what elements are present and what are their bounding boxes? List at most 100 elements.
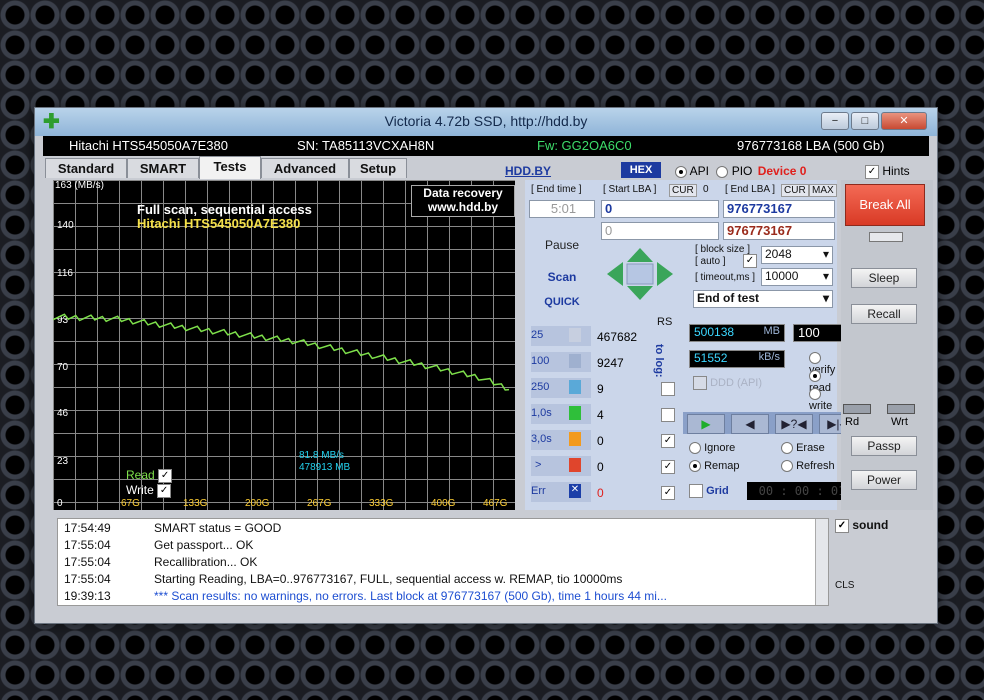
scan-button[interactable]: Scan [529, 262, 595, 292]
block-label: Err [531, 485, 546, 497]
log-over-checkbox[interactable]: ✓ [661, 460, 675, 474]
data-recovery-text: Data recovery [423, 186, 503, 200]
write-option[interactable]: write [809, 388, 837, 412]
wrt-indicator [887, 404, 915, 414]
refresh-radio[interactable] [781, 460, 793, 473]
drive-model: Hitachi HTS545050A7E380 [69, 138, 228, 153]
recall-button[interactable]: Recall [851, 304, 917, 324]
ignore-label: Ignore [704, 442, 736, 454]
passp-button[interactable]: Passp [851, 436, 917, 456]
graph-title: Full scan, sequential access [137, 202, 312, 217]
block-count: 0 [597, 434, 604, 448]
block-25: 25 [531, 326, 591, 346]
auto-checkbox[interactable]: ✓ [743, 254, 757, 268]
current-speed-readout: 81.8 MB/s 478913 MB [299, 450, 350, 474]
pio-radio[interactable] [716, 165, 729, 178]
log-row: 19:39:13 *** Scan results: no warnings, n… [64, 587, 667, 606]
sound-checkbox[interactable]: ✓ [835, 518, 849, 533]
log-scrollbar[interactable] [815, 519, 828, 605]
title-bar[interactable]: ✚ Victoria 4.72b SSD, http://hdd.by − □ … [35, 108, 937, 136]
read-radio[interactable] [809, 370, 821, 383]
grid-label: Grid [706, 484, 729, 497]
write-legend-checkbox[interactable]: ✓ [157, 483, 172, 498]
sound-option[interactable]: ✓ sound [835, 518, 888, 533]
log-250-checkbox[interactable] [661, 382, 675, 396]
tab-smart[interactable]: SMART [127, 158, 199, 178]
rs-label: RS [657, 316, 673, 328]
to-log-label: to log: [653, 344, 665, 378]
start-cur-value: 0 [703, 184, 709, 195]
ddd-api-label: DDD (API) [710, 376, 763, 389]
remap-option[interactable]: Remap [689, 460, 740, 473]
hints-label: Hints [882, 164, 910, 178]
minimize-button[interactable]: − [821, 112, 849, 130]
end-max-button[interactable]: MAX [809, 184, 837, 197]
end-lba-field-2[interactable]: 976773167 [723, 222, 835, 240]
event-log[interactable]: 17:54:49 SMART status = GOOD 17:55:04 Get … [57, 518, 829, 606]
start-lba-label: [ Start LBA ] [603, 184, 657, 195]
play-icon[interactable]: ▶ [687, 414, 725, 434]
read-speed-value: 51552 [694, 351, 728, 365]
remap-radio[interactable] [689, 460, 701, 473]
api-radio[interactable] [675, 165, 687, 178]
skip-question-icon[interactable]: ▶?◀ [775, 414, 813, 434]
erase-option[interactable]: Erase [781, 442, 825, 455]
timeout-select[interactable]: 10000 [761, 268, 833, 286]
log-1s-checkbox[interactable] [661, 408, 675, 422]
block-size-select[interactable]: 2048 [761, 246, 833, 264]
block-color-swatch [569, 406, 581, 420]
data-recovery-url: www.hdd.by [427, 200, 499, 214]
tab-tests[interactable]: Tests [199, 156, 261, 179]
hdd-by-link[interactable]: HDD.BY [505, 164, 551, 178]
tab-setup[interactable]: Setup [349, 158, 407, 178]
read-legend-checkbox[interactable]: ✓ [158, 468, 173, 483]
read-write-legend: Read ✓ Write ✓ [126, 468, 173, 498]
playback-controls: ▶ ◀ ▶?◀ ▶|◀ [683, 412, 863, 434]
close-button[interactable]: ✕ [881, 112, 927, 130]
pause-button[interactable]: Pause [529, 230, 595, 260]
direction-arrows-icon[interactable] [605, 246, 675, 302]
cls-button[interactable]: CLS [835, 580, 854, 591]
ignore-radio[interactable] [689, 442, 701, 455]
start-cur-button[interactable]: CUR [669, 184, 697, 197]
end-lba-field[interactable]: 976773167 [723, 200, 835, 218]
hex-button[interactable]: HEX [621, 162, 661, 178]
tab-standard[interactable]: Standard [45, 158, 127, 178]
tab-advanced[interactable]: Advanced [261, 158, 349, 178]
break-all-button[interactable]: Break All [845, 184, 925, 226]
end-action-select[interactable]: End of test [693, 290, 833, 308]
power-button[interactable]: Power [851, 470, 917, 490]
ignore-option[interactable]: Ignore [689, 442, 736, 455]
end-cur-button[interactable]: CUR [781, 184, 809, 197]
rewind-icon[interactable]: ◀ [731, 414, 769, 434]
lba-capacity: 976773168 LBA (500 Gb) [737, 138, 885, 153]
end-time-field[interactable]: 5:01 [529, 200, 595, 218]
block-count: 9247 [597, 356, 624, 370]
log-message: Starting Reading, LBA=0..976773167, FULL… [154, 572, 623, 586]
sound-label: sound [852, 518, 889, 532]
quick-button[interactable]: QUICK [529, 292, 595, 312]
write-radio[interactable] [809, 388, 821, 401]
verify-radio[interactable] [809, 352, 821, 365]
log-message: *** Scan results: no warnings, no errors… [154, 589, 667, 603]
log-err-checkbox[interactable]: ✓ [661, 486, 675, 500]
ddd-api-option[interactable]: DDD (API) [693, 376, 762, 390]
ddd-api-checkbox[interactable] [693, 376, 707, 390]
end-time-label: [ End time ] [531, 184, 582, 195]
end-lba-label: [ End LBA ] [725, 184, 776, 195]
erase-radio[interactable] [781, 442, 793, 455]
start-lba-field-2[interactable]: 0 [601, 222, 719, 240]
maximize-button[interactable]: □ [851, 112, 879, 130]
refresh-option[interactable]: Refresh [781, 460, 835, 473]
sleep-button[interactable]: Sleep [851, 268, 917, 288]
data-recovery-box[interactable]: Data recovery www.hdd.by [411, 185, 515, 217]
grid-option[interactable]: Grid [689, 484, 729, 498]
log-3s-checkbox[interactable]: ✓ [661, 434, 675, 448]
hints-checkbox[interactable]: ✓ [865, 164, 879, 179]
write-legend-label: Write [126, 482, 154, 497]
hints-option[interactable]: ✓ Hints [865, 164, 910, 179]
start-lba-field[interactable]: 0 [601, 200, 719, 218]
speed-graph: 163 (MB/s) 140 116 93 70 46 23 0 67G 133… [53, 180, 515, 510]
block-color-swatch [569, 328, 581, 342]
grid-checkbox[interactable] [689, 484, 703, 498]
